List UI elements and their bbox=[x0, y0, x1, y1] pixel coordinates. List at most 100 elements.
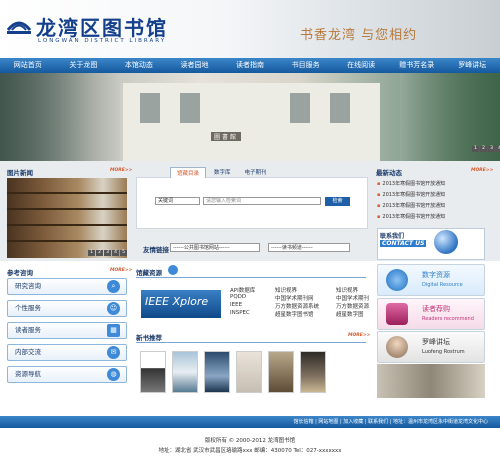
footer-links[interactable]: 馆长信箱 | 网站地图 | 加入收藏 | 联系我们 | 地址：温州市龙湾区永中街… bbox=[294, 418, 488, 425]
book-cover[interactable] bbox=[140, 351, 166, 393]
news-page-2[interactable]: 2 bbox=[96, 250, 103, 256]
resources-list-2: 知识视界 中国学术期刊网 万方数据资源系统 超星数字图书馆 bbox=[275, 286, 319, 318]
public-library-select[interactable]: ------公共图书馆网站------ bbox=[170, 243, 260, 252]
new-books-row bbox=[140, 351, 326, 393]
ref-item-resource-nav[interactable]: 资源导航 ◍ bbox=[7, 366, 127, 383]
tab-digital-library[interactable]: 数字库 bbox=[208, 167, 237, 178]
tab-catalog[interactable]: 馆藏目录 bbox=[170, 167, 207, 178]
nav-item-catalog-service[interactable]: 书目服务 bbox=[278, 58, 334, 73]
ref-item-label: 读者服务 bbox=[15, 326, 41, 334]
book-cover[interactable] bbox=[204, 351, 230, 393]
ref-item-label: 研究咨询 bbox=[15, 282, 41, 290]
news-page-5[interactable]: 5 bbox=[120, 250, 127, 256]
contact-en: CONTACT US bbox=[380, 240, 427, 247]
nav-item-about[interactable]: 关于龙图 bbox=[56, 58, 112, 73]
nav-item-luofeng-forum[interactable]: 罗峰讲坛 bbox=[445, 58, 500, 73]
list-item[interactable]: 超星数字图书馆 bbox=[275, 310, 319, 318]
resources-list-1: API数据库 PQDD IEEE INSPEC bbox=[230, 286, 255, 318]
shelf-line bbox=[7, 240, 127, 242]
event-photo[interactable] bbox=[377, 364, 485, 398]
nav-item-donors[interactable]: 赠书芳名录 bbox=[389, 58, 445, 73]
banner-page-4[interactable]: 4 bbox=[496, 146, 500, 152]
list-item[interactable]: 中国学术期刊网 bbox=[275, 294, 319, 302]
list-item[interactable]: IEEE bbox=[230, 302, 255, 310]
friend-links-label: 友情链接 bbox=[143, 246, 169, 254]
globe-icon: ◍ bbox=[107, 368, 120, 381]
nav-item-online-reading[interactable]: 在线阅读 bbox=[333, 58, 389, 73]
photo-news-pager: 1 2 3 4 5 bbox=[88, 250, 127, 256]
ref-item-reader-service[interactable]: 读者服务 ▦ bbox=[7, 322, 127, 339]
reading-channel-select[interactable]: ------读书频道------ bbox=[268, 243, 350, 252]
luofeng-forum-button[interactable]: 罗峰讲坛 Luofeng Rostrum bbox=[377, 331, 485, 363]
search-field-select[interactable]: 关键词 bbox=[155, 197, 200, 205]
list-item[interactable]: 知识视界 bbox=[275, 286, 319, 294]
search-icon: ⌕ bbox=[107, 280, 120, 293]
new-books-more-link[interactable]: MORE>> bbox=[348, 333, 370, 338]
calendar-icon: ▦ bbox=[107, 324, 120, 337]
photo-news-more-link[interactable]: MORE>> bbox=[110, 168, 132, 173]
list-item[interactable]: 万方数据资源系统 bbox=[275, 302, 319, 310]
reference-title: 参考咨询 bbox=[7, 269, 33, 277]
search-button[interactable]: 检索 bbox=[325, 197, 350, 206]
banner-page-2[interactable]: 2 bbox=[480, 146, 487, 152]
ref-item-research[interactable]: 研究咨询 ⌕ bbox=[7, 278, 127, 295]
divider bbox=[136, 277, 366, 278]
list-item[interactable]: PQDD bbox=[230, 294, 255, 302]
list-item[interactable]: 知识视界 bbox=[336, 286, 369, 294]
photo-news-image[interactable] bbox=[7, 178, 127, 258]
ieee-xplore-banner[interactable]: IEEE Xplore bbox=[141, 290, 221, 318]
book-cover[interactable] bbox=[300, 351, 326, 393]
list-item[interactable]: 超星数字图 bbox=[336, 310, 369, 318]
copyright: 版权所有 © 2000-2012 龙湾图书馆 bbox=[204, 438, 296, 444]
list-item[interactable]: 中国学术期刊 bbox=[336, 294, 369, 302]
slogan: 书香龙湾 与您相约 bbox=[300, 28, 418, 43]
book-cover[interactable] bbox=[236, 351, 262, 393]
address: 地址：湖北省 武汉市武昌区珞瑜路xxx 邮编：430070 Tel：027-xx… bbox=[158, 448, 342, 454]
book-icon bbox=[386, 303, 408, 325]
book-cover[interactable] bbox=[172, 351, 198, 393]
book-cover[interactable] bbox=[268, 351, 294, 393]
globe-icon bbox=[386, 269, 408, 291]
person-icon: ☺ bbox=[107, 302, 120, 315]
button-sublabel: Luofeng Rostrum bbox=[422, 349, 465, 355]
reader-recommend-button[interactable]: 读者荐购 Readers recommend bbox=[377, 298, 485, 330]
news-page-4[interactable]: 4 bbox=[112, 250, 119, 256]
divider bbox=[136, 342, 366, 343]
banner-pager: 1 2 3 4 bbox=[472, 146, 500, 152]
search-input[interactable]: 请您输入检索词 bbox=[203, 197, 321, 205]
latest-news-title: 最新动态 bbox=[376, 169, 402, 177]
tab-e-journals[interactable]: 电子期刊 bbox=[239, 167, 273, 178]
logo-title[interactable]: 龙湾区图书馆 bbox=[36, 12, 168, 41]
nav-item-news[interactable]: 本馆动态 bbox=[111, 58, 167, 73]
ref-item-internal-exchange[interactable]: 内部交流 ✉ bbox=[7, 344, 127, 361]
banner-page-3[interactable]: 3 bbox=[488, 146, 495, 152]
list-item[interactable]: 2013年寒假图书馆开放通知 bbox=[377, 202, 493, 213]
nav-item-home[interactable]: 网站首页 bbox=[0, 58, 56, 73]
banner-page-1[interactable]: 1 bbox=[472, 146, 479, 152]
nav-item-reader-garden[interactable]: 读者园地 bbox=[167, 58, 223, 73]
search-tabs: 馆藏目录 数字库 电子期刊 bbox=[170, 167, 273, 178]
chat-icon: ✉ bbox=[107, 346, 120, 359]
button-label: 罗峰讲坛 bbox=[422, 338, 450, 346]
digital-resource-button[interactable]: 数字资源 Digital Resource bbox=[377, 264, 485, 296]
shelf-line bbox=[7, 208, 127, 210]
library-logo-icon[interactable] bbox=[6, 14, 32, 36]
list-item[interactable]: API数据库 bbox=[230, 286, 255, 294]
logo-subtitle: LONGWAN DISTRICT LIBRARY bbox=[38, 38, 167, 44]
list-item[interactable]: 2013年寒假图书馆开放通知 bbox=[377, 191, 493, 202]
latest-news-more-link[interactable]: MORE>> bbox=[471, 168, 493, 173]
ref-item-personal[interactable]: 个性服务 ☺ bbox=[7, 300, 127, 317]
button-sublabel: Digital Resource bbox=[422, 282, 463, 288]
news-page-1[interactable]: 1 bbox=[88, 250, 95, 256]
button-label: 读者荐购 bbox=[422, 305, 450, 313]
contact-title: 联系我们 bbox=[380, 233, 405, 240]
list-item[interactable]: INSPEC bbox=[230, 310, 255, 318]
nav-item-reader-guide[interactable]: 读者指南 bbox=[222, 58, 278, 73]
list-item[interactable]: 万方数据资源 bbox=[336, 302, 369, 310]
button-sublabel: Readers recommend bbox=[422, 316, 474, 322]
ref-item-label: 内部交流 bbox=[15, 348, 41, 356]
list-item[interactable]: 2013年寒假图书馆开放通知 bbox=[377, 213, 493, 224]
news-page-3[interactable]: 3 bbox=[104, 250, 111, 256]
list-item[interactable]: 2013年寒假图书馆开放通知 bbox=[377, 180, 493, 191]
reference-more-link[interactable]: MORE>> bbox=[110, 268, 132, 273]
